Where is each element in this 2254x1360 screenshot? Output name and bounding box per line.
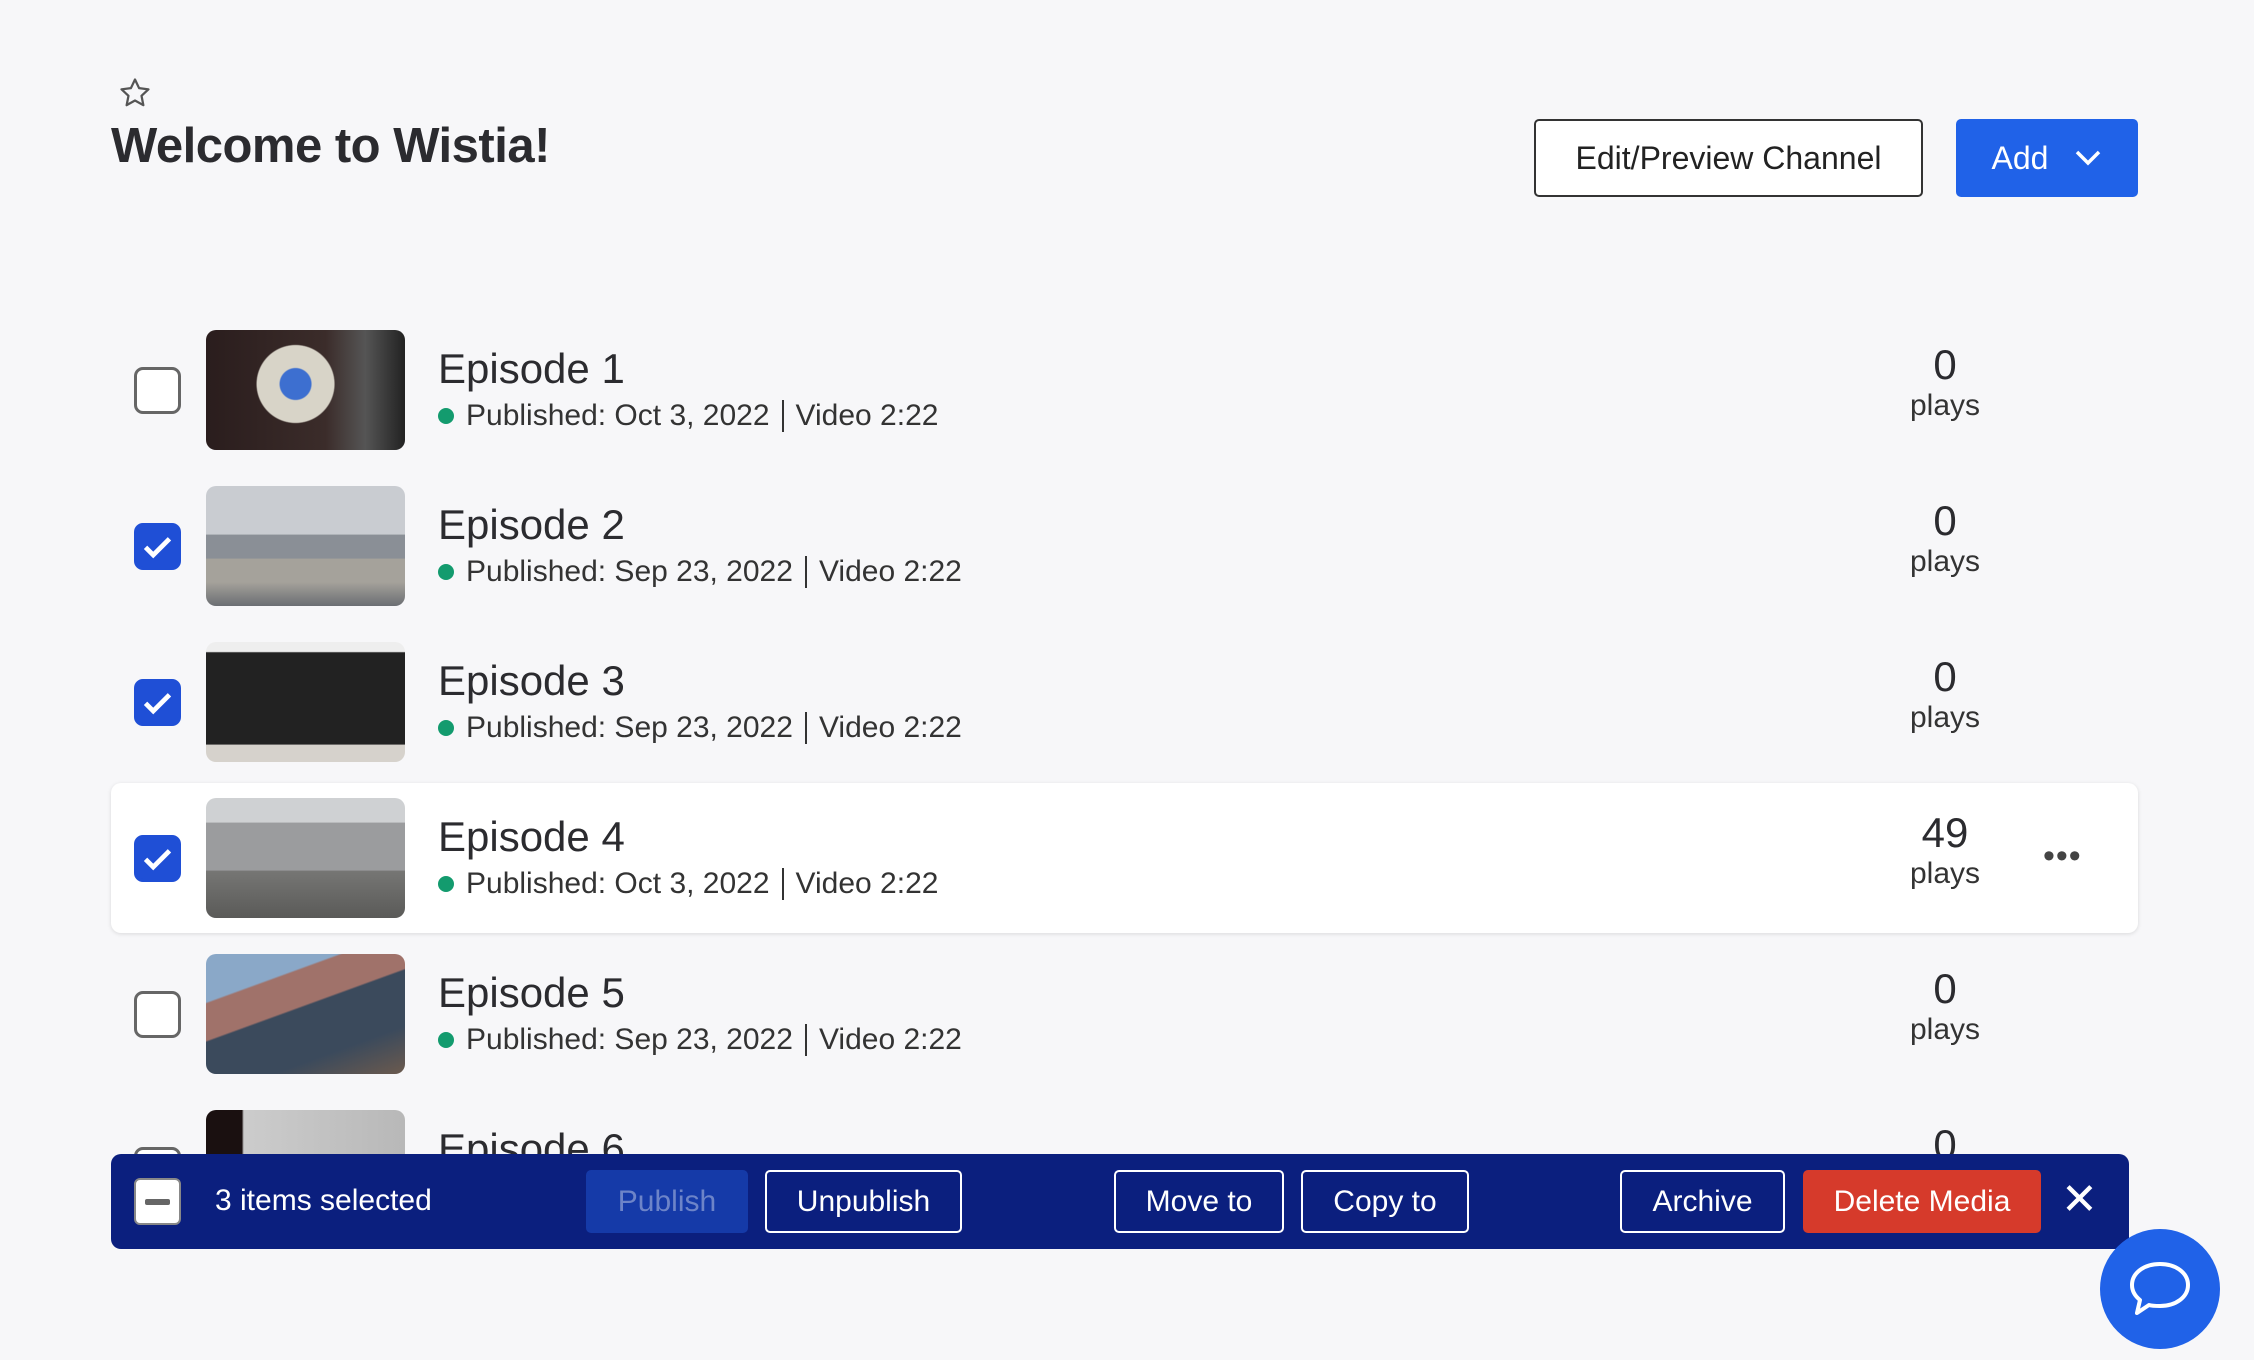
video-thumbnail[interactable] — [206, 486, 405, 606]
play-count: 0 plays — [1895, 341, 1995, 423]
add-label: Add — [1991, 139, 2049, 176]
deselect-all-checkbox[interactable] — [134, 1178, 181, 1225]
media-type-duration: Video 2:22 — [818, 555, 962, 588]
chat-bubble-icon — [2130, 1262, 2190, 1315]
page-title: Welcome to Wistia! — [111, 119, 550, 173]
published-status-dot — [438, 720, 454, 736]
divider — [804, 712, 807, 744]
video-thumbnail[interactable] — [206, 330, 405, 450]
episode-title[interactable]: Episode 1 — [438, 345, 625, 393]
divider — [804, 1024, 807, 1056]
divider — [781, 400, 784, 432]
ellipsis-icon[interactable]: ••• — [2043, 837, 2082, 876]
episode-meta: Published: Oct 3, 2022 Video 2:22 — [438, 867, 938, 901]
episode-title[interactable]: Episode 5 — [438, 969, 625, 1017]
media-row[interactable]: Episode 1 Published: Oct 3, 2022 Video 2:… — [111, 315, 2138, 465]
publish-date: Published: Sep 23, 2022 — [466, 555, 793, 588]
episode-meta: Published: Sep 23, 2022 Video 2:22 — [438, 711, 962, 745]
publish-date: Published: Sep 23, 2022 — [466, 1023, 793, 1056]
chat-button[interactable] — [2100, 1229, 2220, 1349]
unpublish-button[interactable]: Unpublish — [765, 1170, 962, 1233]
plays-number: 0 — [1933, 653, 1957, 700]
checkmark-icon — [143, 693, 172, 715]
episode-title[interactable]: Episode 3 — [438, 657, 625, 705]
divider — [781, 868, 784, 900]
published-status-dot — [438, 408, 454, 424]
published-status-dot — [438, 876, 454, 892]
media-type-duration: Video 2:22 — [818, 1023, 962, 1056]
publish-button[interactable]: Publish — [586, 1170, 748, 1233]
media-type-duration: Video 2:22 — [795, 867, 939, 900]
publish-date: Published: Oct 3, 2022 — [466, 399, 770, 432]
divider — [804, 556, 807, 588]
media-row[interactable]: Episode 5 Published: Sep 23, 2022 Video 2… — [111, 939, 2138, 1089]
plays-label: plays — [1909, 545, 1981, 578]
media-row[interactable]: Episode 2 Published: Sep 23, 2022 Video 2… — [111, 471, 2138, 621]
episode-meta: Published: Sep 23, 2022 Video 2:22 — [438, 1023, 962, 1057]
chevron-down-icon — [2076, 150, 2101, 166]
media-type-duration: Video 2:22 — [818, 711, 962, 744]
checkmark-icon — [143, 537, 172, 559]
media-type-duration: Video 2:22 — [795, 399, 939, 432]
row-checkbox[interactable] — [134, 835, 181, 882]
row-checkbox[interactable] — [134, 991, 181, 1038]
episode-title[interactable]: Episode 4 — [438, 813, 625, 861]
play-count: 0 plays — [1895, 653, 1995, 735]
media-row[interactable]: Episode 4 Published: Oct 3, 2022 Video 2:… — [111, 783, 2138, 933]
publish-date: Published: Sep 23, 2022 — [466, 711, 793, 744]
archive-button[interactable]: Archive — [1620, 1170, 1785, 1233]
row-checkbox[interactable] — [134, 679, 181, 726]
add-button[interactable]: Add — [1956, 119, 2138, 197]
play-count: 0 plays — [1895, 965, 1995, 1047]
video-thumbnail[interactable] — [206, 798, 405, 918]
publish-date: Published: Oct 3, 2022 — [466, 867, 770, 900]
episode-meta: Published: Oct 3, 2022 Video 2:22 — [438, 399, 938, 433]
play-count: 0 plays — [1895, 497, 1995, 579]
plays-number: 49 — [1921, 809, 1969, 856]
plays-label: plays — [1909, 1013, 1981, 1046]
video-thumbnail[interactable] — [206, 642, 405, 762]
episode-meta: Published: Sep 23, 2022 Video 2:22 — [438, 555, 962, 589]
media-row[interactable]: Episode 3 Published: Sep 23, 2022 Video 2… — [111, 627, 2138, 777]
close-icon[interactable]: ✕ — [2061, 1174, 2098, 1225]
row-checkbox[interactable] — [134, 523, 181, 570]
selection-count: 3 items selected — [215, 1184, 432, 1217]
move-to-button[interactable]: Move to — [1114, 1170, 1284, 1233]
edit-preview-channel-button[interactable]: Edit/Preview Channel — [1534, 119, 1923, 197]
star-icon[interactable] — [118, 76, 152, 110]
video-thumbnail[interactable] — [206, 954, 405, 1074]
plays-number: 0 — [1933, 497, 1957, 544]
delete-media-button[interactable]: Delete Media — [1803, 1170, 2041, 1233]
plays-number: 0 — [1933, 965, 1957, 1012]
plays-label: plays — [1909, 857, 1981, 890]
plays-label: plays — [1909, 701, 1981, 734]
checkmark-icon — [143, 849, 172, 871]
bulk-action-bar: 3 items selected Publish Unpublish Move … — [111, 1154, 2129, 1249]
plays-label: plays — [1909, 389, 1981, 422]
row-checkbox[interactable] — [134, 367, 181, 414]
published-status-dot — [438, 1032, 454, 1048]
published-status-dot — [438, 564, 454, 580]
plays-number: 0 — [1933, 341, 1957, 388]
copy-to-button[interactable]: Copy to — [1301, 1170, 1469, 1233]
episode-title[interactable]: Episode 2 — [438, 501, 625, 549]
play-count: 49 plays — [1895, 809, 1995, 891]
